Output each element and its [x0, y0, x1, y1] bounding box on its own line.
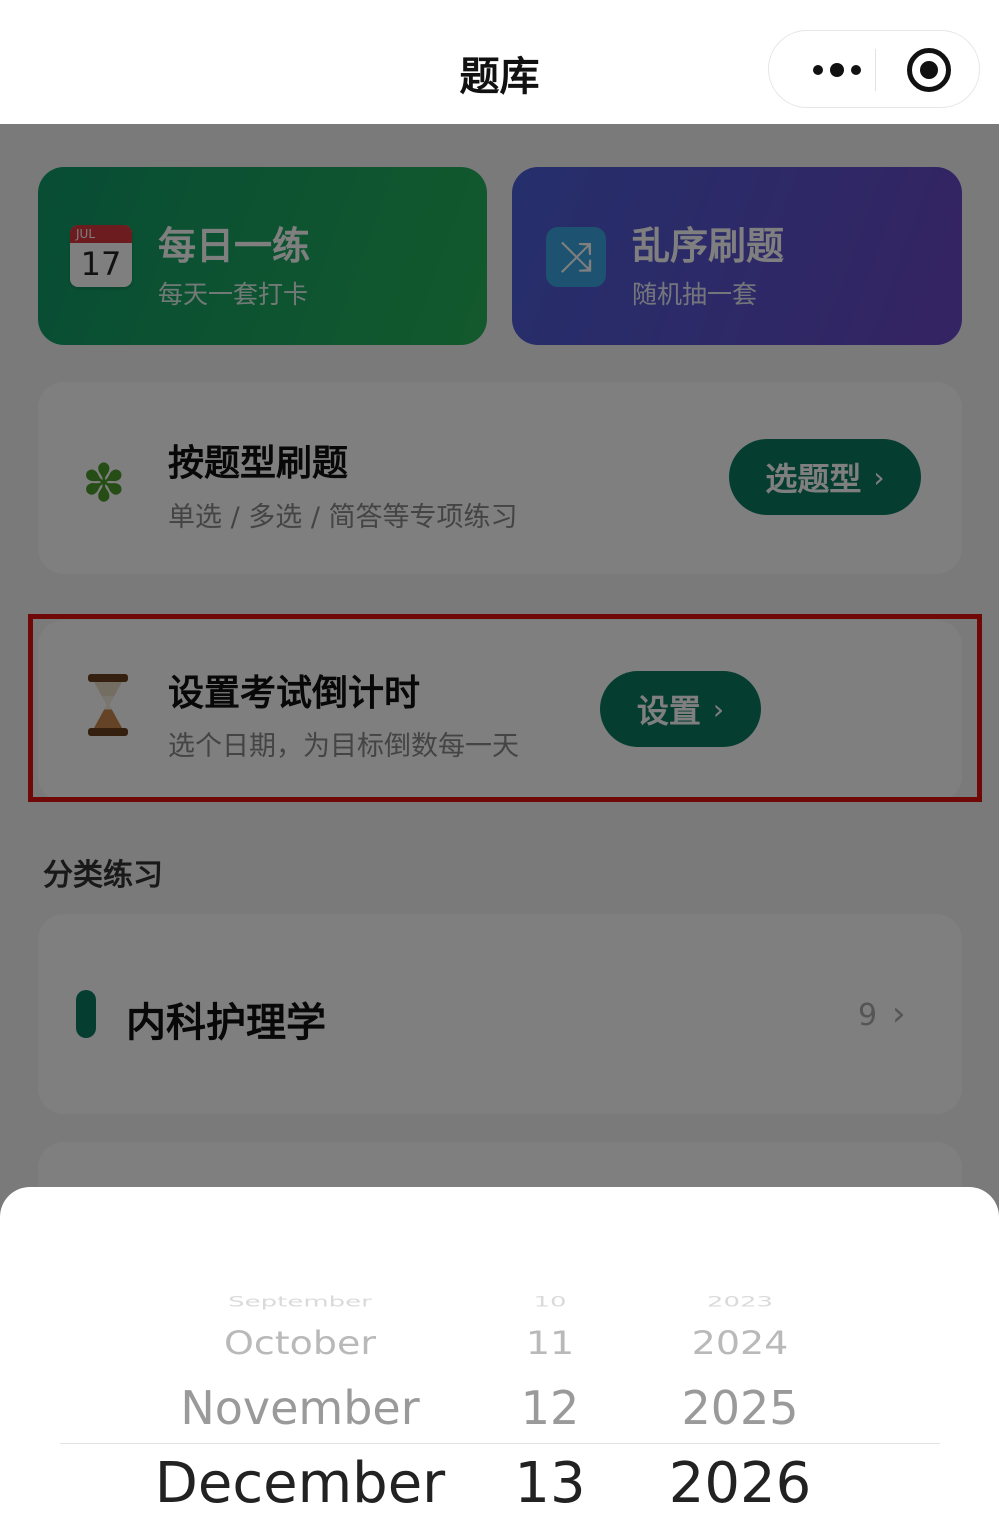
picker-option[interactable]: 2025	[640, 1381, 840, 1435]
date-picker-sheet: September October November December 10 1…	[0, 1187, 999, 1521]
nav-bar: 题库	[0, 0, 999, 124]
picker-selection-line	[60, 1443, 940, 1444]
picker-selected-year[interactable]: 2026	[640, 1451, 840, 1516]
picker-selected-day[interactable]: 13	[470, 1451, 630, 1516]
picker-option[interactable]: 2024	[640, 1324, 840, 1361]
picker-option[interactable]: 12	[470, 1381, 630, 1435]
picker-option[interactable]: November	[150, 1381, 450, 1435]
target-close-icon[interactable]	[907, 48, 951, 92]
picker-option[interactable]: October	[150, 1324, 450, 1361]
capsule-divider	[875, 49, 876, 91]
year-column[interactable]: 2023 2024 2025 2026	[640, 1187, 840, 1521]
picker-option[interactable]: 10	[470, 1294, 630, 1311]
mini-program-capsule	[768, 30, 980, 108]
picker-selected-month[interactable]: December	[150, 1451, 450, 1516]
more-dots-icon[interactable]	[797, 31, 877, 109]
month-column[interactable]: September October November December	[150, 1187, 450, 1521]
day-column[interactable]: 10 11 12 13	[470, 1187, 630, 1521]
picker-option[interactable]: 11	[470, 1324, 630, 1361]
picker-option[interactable]: September	[150, 1294, 450, 1311]
picker-option[interactable]: 2023	[640, 1294, 840, 1311]
